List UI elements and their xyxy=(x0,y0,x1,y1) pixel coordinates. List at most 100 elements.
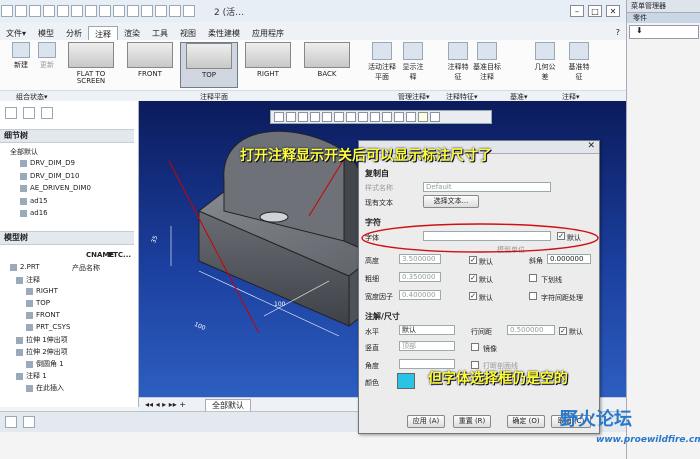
style-name-select[interactable]: Default xyxy=(423,182,551,192)
detail-tree-item[interactable]: ad16 xyxy=(20,209,48,217)
view-front[interactable]: FRONT xyxy=(121,42,179,88)
open-icon[interactable] xyxy=(15,5,27,17)
menu-item-part[interactable]: 零件 xyxy=(627,13,700,23)
model-tree-item[interactable]: 倒圆角 1 xyxy=(26,359,64,369)
view-right[interactable]: RIGHT xyxy=(239,42,297,88)
model-tree-item[interactable]: TOP xyxy=(26,299,50,307)
model-tree-item[interactable]: 注释 1 xyxy=(16,371,47,381)
refit-icon[interactable] xyxy=(274,112,284,122)
favorites-tab-icon[interactable] xyxy=(41,107,53,119)
datum-target-button[interactable]: 基准目标注释 xyxy=(472,42,502,82)
model-tree-item[interactable]: RIGHT xyxy=(26,287,58,295)
color-swatch[interactable] xyxy=(397,373,415,389)
active-annotation-plane-button[interactable]: 活动注释平面 xyxy=(368,42,396,82)
spin-center-icon[interactable] xyxy=(183,5,195,17)
view-back[interactable]: BACK xyxy=(298,42,356,88)
kerning-checkbox[interactable] xyxy=(529,292,537,300)
tab-model[interactable]: 模型 xyxy=(32,26,60,40)
csys-icon[interactable] xyxy=(155,5,167,17)
thickness-field[interactable]: 0.350000 xyxy=(399,272,441,282)
update-button[interactable]: 更新 xyxy=(34,42,60,70)
datum-point-icon[interactable] xyxy=(141,5,153,17)
detail-tree-item[interactable]: 全部默认 xyxy=(10,147,38,157)
geometric-tolerance-button[interactable]: 几何公差 xyxy=(532,42,558,82)
tab-tools[interactable]: 工具 xyxy=(146,26,174,40)
plane-display-icon[interactable] xyxy=(358,112,368,122)
tab-flexible-modeling[interactable]: 柔性建模 xyxy=(202,26,246,40)
windows-icon[interactable] xyxy=(85,5,97,17)
axis-display-icon[interactable] xyxy=(370,112,380,122)
folder-tab-icon[interactable] xyxy=(23,107,35,119)
annotation-feature-button[interactable]: 注释特征 xyxy=(445,42,471,82)
column-header-ptc[interactable]: PTC... xyxy=(108,251,131,259)
line-spacing-default-checkbox[interactable]: ✓ xyxy=(559,327,567,335)
view-top[interactable]: TOP xyxy=(180,42,238,88)
close-icon[interactable]: ✕ xyxy=(587,141,595,151)
width-factor-field[interactable]: 0.400000 xyxy=(399,290,441,300)
display-style-icon[interactable] xyxy=(322,112,332,122)
nav-arrows-icon[interactable]: ◂◂ ◂ ▸ ▸▸ + xyxy=(145,400,186,409)
regenerate-icon[interactable] xyxy=(71,5,83,17)
annotation-display-icon[interactable] xyxy=(169,5,181,17)
help-icon[interactable]: ? xyxy=(610,26,626,40)
show-annotations-button[interactable]: 显示注释 xyxy=(400,42,426,82)
status-icon[interactable] xyxy=(5,416,17,428)
underline-checkbox[interactable] xyxy=(529,274,537,282)
spin-center-display-icon[interactable] xyxy=(406,112,416,122)
tab-applications[interactable]: 应用程序 xyxy=(246,26,290,40)
annotation-display-icon[interactable] xyxy=(418,112,428,122)
horizontal-select[interactable]: 默认 xyxy=(399,325,455,335)
tab-annotate[interactable]: 注释 xyxy=(88,26,119,40)
mirror-checkbox[interactable] xyxy=(471,343,479,351)
tab-analysis[interactable]: 分析 xyxy=(60,26,88,40)
detail-tree-header[interactable]: 细节树 xyxy=(0,129,134,143)
thickness-default-checkbox[interactable]: ✓ xyxy=(469,274,477,282)
model-tree-item[interactable]: 2.PRT xyxy=(10,263,40,271)
detail-tree-item[interactable]: DRV_DIM_D10 xyxy=(20,172,79,180)
apply-button[interactable]: 应用 (A) xyxy=(407,415,445,428)
tab-view[interactable]: 视图 xyxy=(174,26,202,40)
view-flat-to-screen[interactable]: FLAT TO SCREEN xyxy=(62,42,120,88)
datum-display-icon[interactable] xyxy=(346,112,356,122)
tab-file[interactable]: 文件▾ xyxy=(0,26,32,40)
zoom-out-icon[interactable] xyxy=(298,112,308,122)
detail-tree-item[interactable]: AE_DRIVEN_DIM0 xyxy=(20,184,91,192)
line-spacing-field[interactable]: 0.500000 xyxy=(507,325,555,335)
maximize-button[interactable]: □ xyxy=(588,5,602,17)
new-icon[interactable] xyxy=(1,5,13,17)
detail-tree-item[interactable]: ad15 xyxy=(20,197,48,205)
csys-display-icon[interactable] xyxy=(394,112,404,122)
down-arrow-icon[interactable]: ⬇ xyxy=(629,25,699,39)
browser-icon[interactable] xyxy=(23,416,35,428)
zoom-in-icon[interactable] xyxy=(286,112,296,122)
model-tree-item[interactable]: 拉伸 1伸出项 xyxy=(16,335,68,345)
reset-button[interactable]: 重置 (R) xyxy=(453,415,491,428)
redo-icon[interactable] xyxy=(57,5,69,17)
model-tree-item[interactable]: 拉伸 2伸出项 xyxy=(16,347,68,357)
point-display-icon[interactable] xyxy=(382,112,392,122)
model-tree-item[interactable]: 注释 xyxy=(16,275,40,285)
dimension-value[interactable]: 100 xyxy=(274,301,285,308)
saved-views-icon[interactable] xyxy=(334,112,344,122)
close-window-icon[interactable] xyxy=(99,5,111,17)
ok-button[interactable]: 确定 (O) xyxy=(507,415,545,428)
new-button[interactable]: 新建 xyxy=(8,42,34,70)
tolerance-display-icon[interactable] xyxy=(430,112,440,122)
minimize-button[interactable]: – xyxy=(570,5,584,17)
model-tree-header[interactable]: 模型树 xyxy=(0,231,134,245)
save-icon[interactable] xyxy=(29,5,41,17)
undo-icon[interactable] xyxy=(43,5,55,17)
repaint-icon[interactable] xyxy=(310,112,320,122)
model-tree-item[interactable]: PRT_CSYS xyxy=(26,323,70,331)
select-text-button[interactable]: 选择文本... xyxy=(423,195,479,208)
close-button[interactable]: ✕ xyxy=(606,5,620,17)
datum-feature-button[interactable]: 基准特征 xyxy=(566,42,592,82)
datum-axis-icon[interactable] xyxy=(127,5,139,17)
detail-tree-item[interactable]: DRV_DIM_D9 xyxy=(20,159,75,167)
vertical-select[interactable]: 顶部 xyxy=(399,341,455,351)
datum-plane-icon[interactable] xyxy=(113,5,125,17)
tab-render[interactable]: 渲染 xyxy=(118,26,146,40)
tree-tab-icon[interactable] xyxy=(5,107,17,119)
model-tree-item[interactable]: 在此插入 xyxy=(26,383,64,393)
width-default-checkbox[interactable]: ✓ xyxy=(469,292,477,300)
